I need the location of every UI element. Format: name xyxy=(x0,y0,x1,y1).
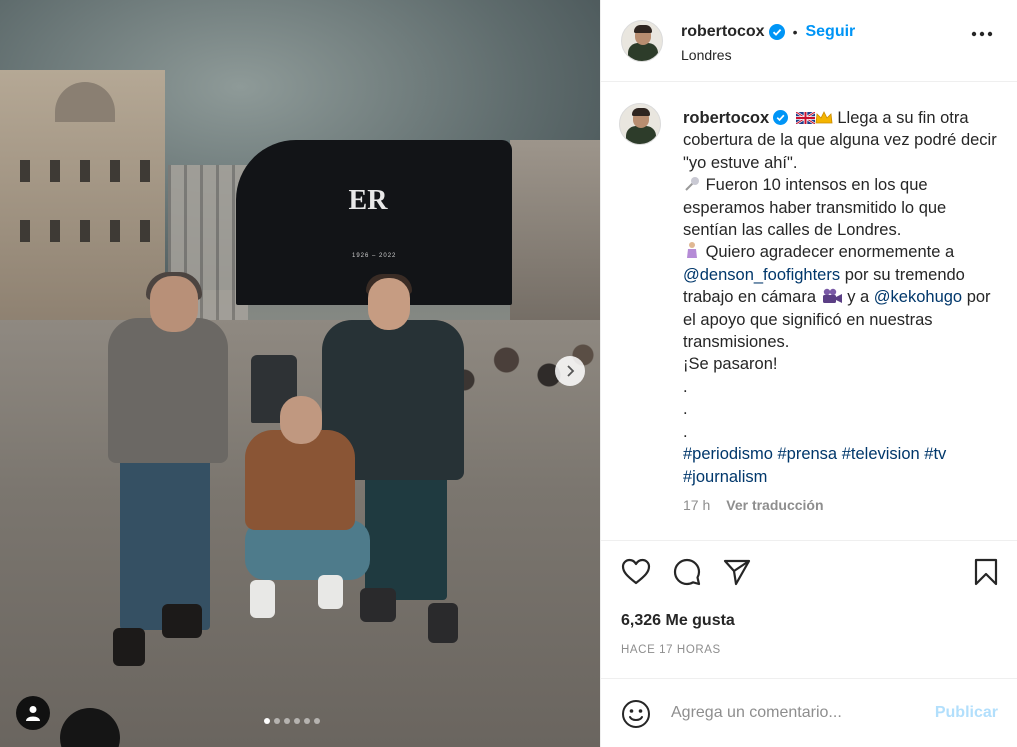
mention-link-2[interactable]: @kekohugo xyxy=(874,288,962,306)
heart-icon[interactable] xyxy=(621,558,651,586)
comment-bubble-icon[interactable] xyxy=(673,558,701,586)
caption-avatar[interactable] xyxy=(619,103,661,145)
publish-button[interactable]: Publicar xyxy=(935,704,998,722)
royal-cypher: ER xyxy=(348,185,388,216)
avatar[interactable] xyxy=(621,20,663,62)
carousel-dot xyxy=(304,718,310,724)
hashtag-link[interactable]: #prensa xyxy=(777,445,837,463)
caption-username[interactable]: robertocox xyxy=(683,109,769,127)
caption-line-4: ¡Se pasaron! xyxy=(683,355,778,374)
likes-count[interactable]: 6,326 Me gusta xyxy=(621,612,735,630)
next-photo-button[interactable] xyxy=(555,356,585,386)
hashtag-link[interactable]: #journalism xyxy=(683,468,767,486)
carousel-dot xyxy=(314,718,320,724)
caption: robertocox Llega a su fin otra cobertura… xyxy=(601,83,1017,541)
follow-button[interactable]: Seguir xyxy=(805,23,855,41)
carousel-dot xyxy=(264,718,270,724)
chevron-right-icon xyxy=(567,365,575,377)
more-options-icon[interactable] xyxy=(971,31,993,37)
post-header: robertocox • Seguir Londres xyxy=(601,0,1017,82)
separator-dot: • xyxy=(792,24,798,40)
bookmark-icon[interactable] xyxy=(974,558,998,586)
caption-line-3c: y a xyxy=(847,288,870,307)
crown-icon xyxy=(815,111,833,124)
mention-link-1[interactable]: @denson_foofighters xyxy=(683,266,840,284)
post-photo[interactable]: ER 1926 – 2022 xyxy=(0,0,600,747)
see-translation-button[interactable]: Ver traducción xyxy=(726,497,823,513)
microphone-icon xyxy=(685,177,699,191)
carousel-dot xyxy=(294,718,300,724)
verified-badge-icon xyxy=(773,110,789,125)
building-left xyxy=(0,70,165,330)
hashtag-link[interactable]: #periodismo xyxy=(683,445,773,463)
uk-flag-icon xyxy=(795,112,815,124)
hashtag-link[interactable]: #television xyxy=(842,445,920,463)
comment-input[interactable] xyxy=(671,700,921,726)
movie-camera-icon xyxy=(822,289,842,304)
post-actions: 6,326 Me gusta HACE 17 HORAS xyxy=(601,541,1017,679)
comment-bar: Publicar xyxy=(601,680,1017,747)
caption-line-2: Fueron 10 intensos en los que esperamos … xyxy=(683,176,947,240)
post-side-panel: robertocox • Seguir Londres robertocox L… xyxy=(600,0,1017,747)
paper-plane-icon[interactable] xyxy=(723,558,751,586)
caption-timestamp: 17 h xyxy=(683,497,711,513)
carousel-dot xyxy=(284,718,290,724)
header-user: robertocox • Seguir xyxy=(681,23,855,41)
caption-text: robertocox Llega a su fin otra cobertura… xyxy=(683,107,1001,488)
location-link[interactable]: Londres xyxy=(681,47,732,63)
caption-dot: . xyxy=(683,422,688,441)
action-icons xyxy=(621,558,751,586)
caption-line-3a: Quiero agradecer enormemente a xyxy=(705,243,955,262)
carousel-dot xyxy=(274,718,280,724)
carousel-indicator xyxy=(264,718,320,724)
username-link[interactable]: robertocox xyxy=(681,23,765,41)
verified-badge-icon xyxy=(768,24,785,40)
user-tag-icon xyxy=(26,706,40,721)
building-right xyxy=(510,140,600,330)
caption-dot: . xyxy=(683,377,688,396)
caption-meta: 17 h Ver traducción xyxy=(683,497,824,513)
billboard-years: 1926 – 2022 xyxy=(352,253,397,259)
person-bowing-icon xyxy=(687,242,697,259)
post-timestamp: HACE 17 HORAS xyxy=(621,644,721,656)
hashtag-link[interactable]: #tv xyxy=(924,445,946,463)
smiley-icon[interactable] xyxy=(621,699,651,729)
tagged-users-button[interactable] xyxy=(16,696,50,730)
caption-dot: . xyxy=(683,400,688,419)
